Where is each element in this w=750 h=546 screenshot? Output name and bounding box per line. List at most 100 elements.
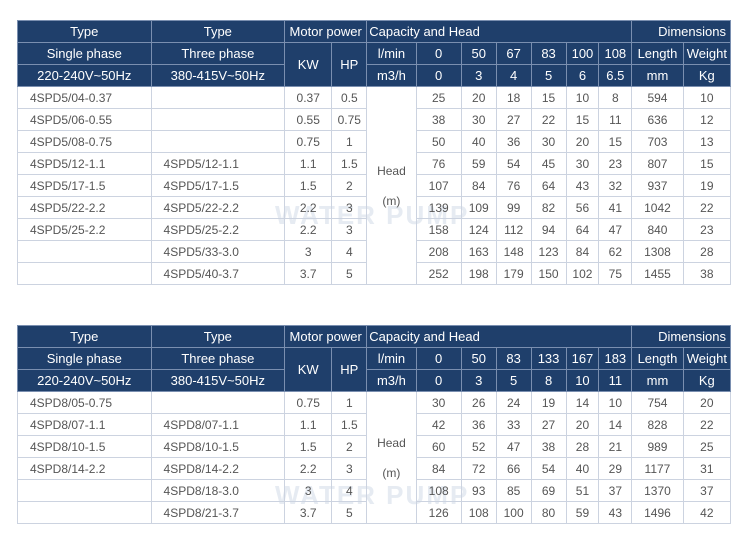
flow-lmin-value: 83 xyxy=(530,42,567,65)
head-value: 20 xyxy=(460,86,497,109)
single-phase-model xyxy=(17,240,152,263)
head-value: 76 xyxy=(415,152,462,175)
weight-value: 25 xyxy=(682,435,732,458)
weight-value: 10 xyxy=(682,86,732,109)
three-phase-header: Three phase xyxy=(150,347,286,370)
header-row: Type Type Motor power Capacity and Head Dime… xyxy=(17,20,731,43)
spec-table-4spd8: Type Type Motor power Capacity and Head Dime… xyxy=(17,325,732,524)
head-value: 10 xyxy=(598,391,633,414)
hp-value: 1.5 xyxy=(331,413,368,436)
head-label-cell: Head (m) xyxy=(366,86,417,285)
weight-value: 38 xyxy=(682,262,732,285)
weight-value: 13 xyxy=(682,130,732,153)
hp-value: 5 xyxy=(331,501,368,524)
head-value: 25 xyxy=(415,86,462,109)
single-phase-model: 4SPD5/04-0.37 xyxy=(17,86,152,109)
kw-value: 0.55 xyxy=(284,108,333,131)
head-value: 51 xyxy=(565,479,600,502)
head-value: 15 xyxy=(598,130,633,153)
kw-value: 2.2 xyxy=(284,457,333,480)
head-value: 84 xyxy=(460,174,497,197)
hp-value: 3 xyxy=(331,457,368,480)
three-phase-model: 4SPD5/40-3.7 xyxy=(150,262,286,285)
head-value: 124 xyxy=(460,218,497,241)
dimensions-header: Dimensions xyxy=(631,20,731,43)
three-phase-model xyxy=(150,130,286,153)
single-phase-model: 4SPD5/06-0.55 xyxy=(17,108,152,131)
head-value: 14 xyxy=(565,391,600,414)
three-phase-model: 4SPD5/17-1.5 xyxy=(150,174,286,197)
head-value: 108 xyxy=(415,479,462,502)
hp-header: HP xyxy=(331,42,368,87)
weight-value: 42 xyxy=(682,501,732,524)
length-value: 937 xyxy=(631,174,684,197)
head-value: 23 xyxy=(598,152,633,175)
weight-value: 12 xyxy=(682,108,732,131)
kw-header: KW xyxy=(284,42,333,87)
head-value: 123 xyxy=(530,240,567,263)
head-label: Head xyxy=(377,435,406,450)
motor-power-header: Motor power xyxy=(284,325,368,348)
head-value: 108 xyxy=(460,501,497,524)
head-value: 24 xyxy=(495,391,532,414)
flow-m3h-value: 6 xyxy=(565,64,600,87)
head-value: 43 xyxy=(598,501,633,524)
kw-value: 1.5 xyxy=(284,435,333,458)
head-value: 40 xyxy=(460,130,497,153)
single-phase-model: 4SPD5/17-1.5 xyxy=(17,174,152,197)
length-value: 840 xyxy=(631,218,684,241)
kw-header: KW xyxy=(284,347,333,392)
flow-m3h-value: 5 xyxy=(495,369,532,392)
header-row: 220-240V~50Hz 380-415V~50Hz m3/h 0 3 4 5 6 6.5 mm… xyxy=(17,64,732,87)
head-value: 38 xyxy=(415,108,462,131)
flow-lmin-value: 0 xyxy=(415,347,462,370)
head-value: 30 xyxy=(530,130,567,153)
three-phase-header: Three phase xyxy=(150,42,286,65)
head-value: 94 xyxy=(530,218,567,241)
flow-lmin-value: 50 xyxy=(460,42,497,65)
single-phase-voltage: 220-240V~50Hz xyxy=(17,64,152,87)
weight-value: 22 xyxy=(682,413,732,436)
length-unit: mm xyxy=(631,64,684,87)
type-header: Type xyxy=(150,20,286,43)
head-value: 50 xyxy=(415,130,462,153)
weight-value: 23 xyxy=(682,218,732,241)
hp-header: HP xyxy=(331,347,368,392)
three-phase-model xyxy=(150,391,286,414)
length-value: 703 xyxy=(631,130,684,153)
head-value: 84 xyxy=(415,457,462,480)
weight-value: 28 xyxy=(682,240,732,263)
single-phase-model: 4SPD5/08-0.75 xyxy=(17,130,152,153)
single-phase-model: 4SPD8/05-0.75 xyxy=(17,391,152,414)
three-phase-model: 4SPD5/25-2.2 xyxy=(150,218,286,241)
flow-m3h-value: 3 xyxy=(460,64,497,87)
kw-value: 1.1 xyxy=(284,413,333,436)
head-value: 62 xyxy=(598,240,633,263)
capacity-head-header: Capacity and Head xyxy=(366,20,633,43)
head-value: 45 xyxy=(530,152,567,175)
hp-value: 0.75 xyxy=(331,108,368,131)
length-value: 1455 xyxy=(631,262,684,285)
length-value: 636 xyxy=(631,108,684,131)
head-value: 93 xyxy=(460,479,497,502)
weight-header: Weight xyxy=(682,42,732,65)
head-value: 27 xyxy=(495,108,532,131)
three-phase-model: 4SPD8/07-1.1 xyxy=(150,413,286,436)
head-value: 82 xyxy=(530,196,567,219)
hp-value: 1.5 xyxy=(331,152,368,175)
three-phase-model xyxy=(150,108,286,131)
hp-value: 4 xyxy=(331,240,368,263)
kw-value: 1.5 xyxy=(284,174,333,197)
type-header: Type xyxy=(17,20,152,43)
head-value: 158 xyxy=(415,218,462,241)
flow-m3h-value: 4 xyxy=(495,64,532,87)
head-value: 126 xyxy=(415,501,462,524)
motor-power-header: Motor power xyxy=(284,20,368,43)
head-value: 69 xyxy=(530,479,567,502)
single-phase-model: 4SPD8/07-1.1 xyxy=(17,413,152,436)
single-phase-model xyxy=(17,262,152,285)
head-label-cell: Head (m) xyxy=(366,391,417,524)
flow-m3h-value: 5 xyxy=(530,64,567,87)
flow-lmin-value: 108 xyxy=(598,42,633,65)
table-row: 4SPD8/05-0.75 0.75 1 Head (m) 30 26 24 19 14 10 754… xyxy=(17,391,732,524)
